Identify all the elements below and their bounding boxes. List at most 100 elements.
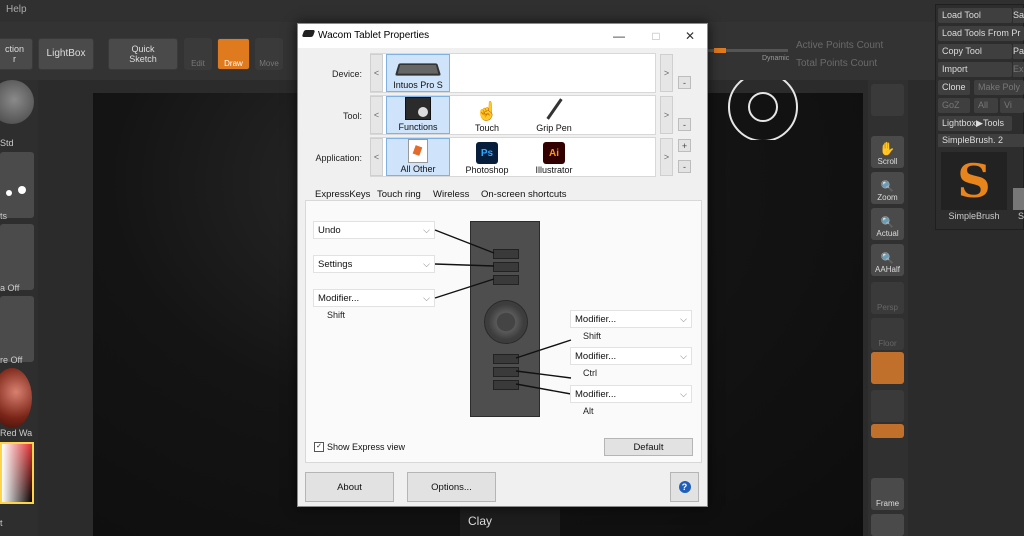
device-intuos-pro-s[interactable]: Intuos Pro S [386,54,450,92]
symmetry-toggle[interactable] [871,424,904,438]
projection-master-button[interactable]: ction r [0,38,33,70]
move-view-button[interactable] [871,514,904,536]
about-button[interactable]: About [305,472,394,502]
left-label-5: Red Wa [0,428,33,438]
save-as-button[interactable]: Sa [1013,8,1024,23]
tool-grip-pen-label: Grip Pen [536,123,572,133]
bpr-button[interactable] [871,84,904,116]
tool-scroll-right[interactable]: > [660,96,673,134]
application-add-button[interactable]: + [678,139,691,152]
second-tool-thumbnail[interactable] [1013,188,1024,210]
draw-button[interactable]: Draw [217,38,250,70]
show-express-view-checkbox[interactable]: ✓ Show Express view [314,442,405,452]
device-scroll-right[interactable]: > [660,54,673,92]
goz-button[interactable]: GoZ [938,98,970,113]
options-button[interactable]: Options... [407,472,496,502]
expresskey-5-modifier: Ctrl [583,368,597,378]
zbrush-menubar: Help [0,0,1024,22]
close-icon[interactable]: ✕ [677,27,703,45]
second-tool-label: S [1018,211,1024,221]
persp-button[interactable]: Persp [871,282,904,314]
tool-touch-label: Touch [474,123,500,133]
tool-scroll-left[interactable]: < [370,96,383,134]
expresskey-4-icon [493,354,519,364]
navigation-circle-icon [728,80,798,140]
touch-ring-icon [484,300,528,344]
export-button[interactable]: Ex [1013,62,1024,77]
application-scroll-right[interactable]: > [660,138,673,176]
minimize-icon[interactable]: — [606,27,632,45]
frame-button[interactable]: Frame [871,478,904,510]
expresskey-2-dropdown[interactable]: Settings ⌵ [313,255,435,273]
expresskey-6-dropdown[interactable]: Modifier... ⌵ [570,385,692,403]
tab-wireless[interactable]: Wireless [433,189,469,200]
tab-touch-ring[interactable]: Touch ring [377,189,421,200]
alpha-off-panel[interactable] [0,224,34,290]
texture-off-panel[interactable] [0,296,34,362]
tab-expresskeys[interactable]: ExpressKeys [315,189,370,200]
chevron-down-icon: ⌵ [680,389,687,399]
expresskey-3-dropdown[interactable]: Modifier... ⌵ [313,289,435,307]
left-label-3: a Off [0,283,20,293]
aahalf-icon: 🔍 [880,253,895,265]
application-scroll-left[interactable]: < [370,138,383,176]
pen-icon [545,98,563,120]
aahalf-button[interactable]: 🔍 AAHalf [871,244,904,276]
quick-sketch-button[interactable]: Quick Sketch [108,38,178,70]
goz-visible-button[interactable]: Vi [1000,98,1024,113]
current-tool-slider[interactable]: SimpleBrush. 2 [938,134,1024,147]
default-button[interactable]: Default [604,438,693,456]
device-name: Intuos Pro S [393,80,443,90]
make-polymesh-button[interactable]: Make Poly [974,80,1024,95]
local-button[interactable] [871,352,904,384]
edit-button[interactable]: Edit [184,38,212,70]
tool-functions[interactable]: Functions [386,96,450,134]
simplebrush-thumbnail-icon[interactable]: S [941,152,1007,210]
dynamic-label[interactable]: Dynamic [762,55,789,62]
tool-grip-pen[interactable]: Grip Pen [522,96,586,134]
paste-tool-button[interactable]: Pa [1013,44,1024,59]
scroll-button[interactable]: ✋ Scroll [871,136,904,168]
actual-button[interactable]: 🔍 Actual [871,208,904,240]
application-photoshop[interactable]: Ps Photoshop [455,138,519,176]
xyz-button[interactable] [871,390,904,422]
device-remove-button[interactable]: - [678,76,691,89]
copy-tool-button[interactable]: Copy Tool [938,44,1012,59]
tool-touch[interactable]: ☝ Touch [455,96,519,134]
actual-size-icon: 🔍 [880,217,895,229]
brush-alpha-panel[interactable] [0,152,34,218]
tablet-icon [394,63,442,76]
help-button[interactable]: ? [670,472,699,502]
maximize-icon[interactable]: □ [643,27,669,45]
tool-remove-button[interactable]: - [678,118,691,131]
magnifier-icon: 🔍 [880,181,895,193]
brush-popup: Clay [460,507,560,536]
zoom-button[interactable]: 🔍 Zoom [871,172,904,204]
lightbox-button[interactable]: LightBox [38,38,94,70]
clone-button[interactable]: Clone [938,80,970,95]
application-illustrator[interactable]: Ai Illustrator [522,138,586,176]
tab-on-screen-shortcuts[interactable]: On-screen shortcuts [481,189,567,200]
lightbox-tools-button[interactable]: Lightbox▶Tools [938,116,1012,131]
application-remove-button[interactable]: - [678,160,691,173]
color-picker[interactable] [0,442,34,504]
import-button[interactable]: Import [938,62,1012,77]
load-tools-from-project-button[interactable]: Load Tools From Pr [938,26,1024,41]
expresskey-1-dropdown[interactable]: Undo ⌵ [313,221,435,239]
clay-brush-label[interactable]: Clay [468,514,492,528]
application-all-other[interactable]: All Other [386,138,450,176]
device-scroll-left[interactable]: < [370,54,383,92]
chevron-down-icon: ⌵ [423,259,430,269]
load-tool-button[interactable]: Load Tool [938,8,1012,23]
floor-button[interactable]: Floor [871,318,904,350]
show-express-view-label: Show Express view [327,442,406,452]
expresskey-4-modifier: Shift [583,331,602,341]
move-button[interactable]: Move [255,38,283,70]
expresskey-5-dropdown[interactable]: Modifier... ⌵ [570,347,692,365]
goz-all-button[interactable]: All [974,98,998,113]
chevron-down-icon: ⌵ [423,293,430,303]
help-menu[interactable]: Help [6,4,27,15]
intensity-slider[interactable] [708,48,788,53]
hand-icon: ✋ [879,141,896,156]
expresskey-4-dropdown[interactable]: Modifier... ⌵ [570,310,692,328]
